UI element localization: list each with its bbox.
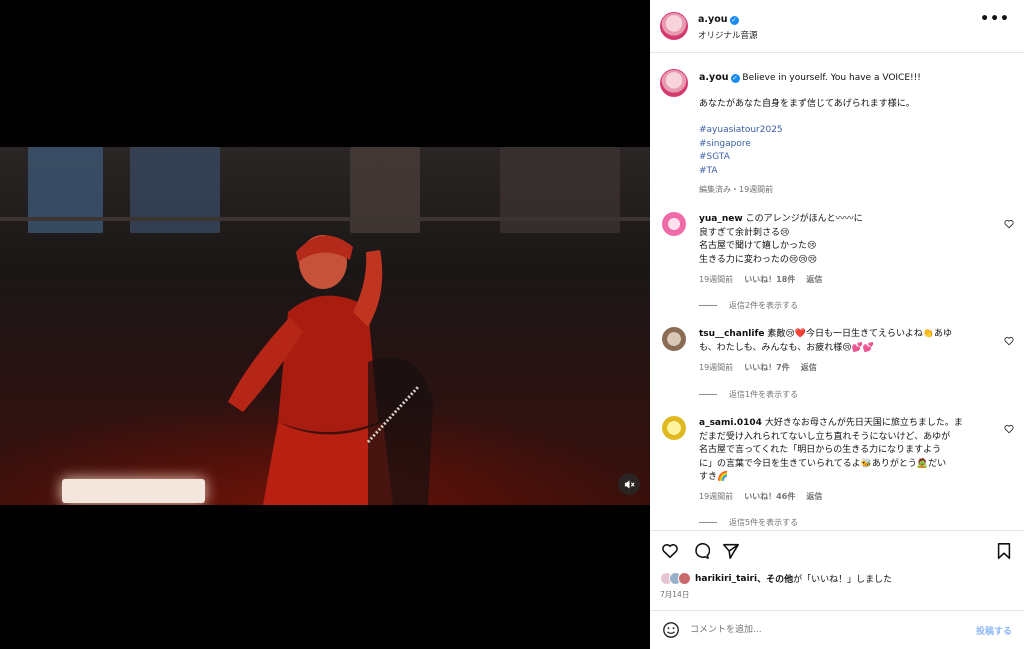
commenter-avatar[interactable]: [662, 212, 686, 236]
hashtag-link[interactable]: #singapore: [699, 138, 1014, 152]
comment-line: このアレンジがほんと〰〰に: [745, 214, 863, 224]
comment-line: も、わたしも、みんなも、お疲れ様😢💕💕: [699, 342, 874, 353]
caption-author[interactable]: a.you: [699, 72, 729, 83]
comment-line: 名古屋で言ってくれた「明日からの生きる力になりますよう: [699, 445, 942, 455]
comment-likes[interactable]: いいね！46件: [744, 491, 795, 502]
comment-line: 大好きなお母さんが先日天国に旅立ちました。ま: [764, 418, 963, 428]
comment-likes[interactable]: いいね！18件: [744, 274, 795, 285]
comment-meta: 19週間前 いいね！46件 返信: [699, 491, 822, 502]
comment-line: 生きる力に変わったの😢😢😢: [699, 254, 817, 265]
comment-line: 素敵😢❤️今日も一日生きてえらいよね👏あゆ: [767, 329, 952, 339]
caption-body: あなたがあなた自身をまず信じてあげられます様に。: [699, 99, 915, 109]
caption-meta: 編集済み・19週間前: [699, 185, 774, 194]
verified-icon: ✓: [730, 74, 740, 83]
liked-by-username[interactable]: harikiri_tairi: [695, 574, 757, 584]
share-send-icon[interactable]: [722, 542, 740, 560]
hashtag-link[interactable]: #ayuasiatour2025: [699, 124, 1014, 138]
post-actions: harikiri_tairi 、その他 が「いいね！」しました 7月14日: [650, 530, 1024, 610]
post-header: a.you ✓ オリジナル音源 •••: [650, 0, 1024, 53]
liker-avatar: [678, 572, 691, 585]
liked-by-others[interactable]: 、その他: [757, 572, 793, 585]
commenter-avatar[interactable]: [662, 416, 686, 440]
stage-rail: [0, 217, 650, 221]
comment-time[interactable]: 19週間前: [699, 274, 733, 285]
comment-time[interactable]: 19週間前: [699, 491, 733, 502]
verified-icon: ✓: [729, 16, 739, 25]
comment-line: だまだ受け入れられてないし立ち直れそうにないけど、あゆが: [699, 431, 951, 442]
comment-time[interactable]: 19週間前: [699, 362, 733, 373]
comment-input[interactable]: [690, 622, 960, 638]
comment-meta: 19週間前 いいね！18件 返信: [699, 274, 822, 285]
replies-divider: [699, 305, 717, 306]
comment-line: すき🌈: [699, 472, 729, 482]
comment-text: a_sami.0104 大好きなお母さんが先日天国に旅立ちました。ま だまだ受け…: [699, 417, 999, 485]
stage-light: [62, 479, 205, 503]
comment-composer: 投稿する: [650, 610, 1024, 649]
comment-bubble-icon[interactable]: [692, 542, 710, 560]
view-replies-label: 返信2件を表示する: [729, 301, 799, 310]
commenter-username[interactable]: a_sami.0104: [699, 418, 762, 428]
replies-divider: [699, 394, 717, 395]
replies-divider: [699, 522, 717, 523]
author-username[interactable]: a.you: [698, 14, 728, 25]
reply-button[interactable]: 返信: [806, 491, 822, 502]
emoji-icon[interactable]: [662, 621, 680, 639]
comment-like-heart-icon[interactable]: [1004, 219, 1014, 229]
comments-scroll[interactable]: a.you ✓ Believe in yourself. You have a V…: [650, 54, 1024, 530]
liker-avatars[interactable]: [660, 572, 691, 585]
comment-like-heart-icon[interactable]: [1004, 336, 1014, 346]
author-avatar[interactable]: [660, 12, 688, 40]
like-heart-icon[interactable]: [661, 542, 679, 560]
reply-button[interactable]: 返信: [801, 362, 817, 373]
post-comment-button[interactable]: 投稿する: [976, 624, 1012, 637]
comment-text: tsu__chanlife 素敵😢❤️今日も一日生きてえらいよね👏あゆ も、わた…: [699, 328, 999, 355]
hashtag-link[interactable]: #TA: [699, 165, 1014, 179]
mute-button[interactable]: [618, 473, 640, 495]
view-replies-label: 返信1件を表示する: [729, 390, 799, 399]
comment-text: yua_new このアレンジがほんと〰〰に 良すぎて余計刺さる😢 名古屋で聞けて…: [699, 213, 999, 267]
bookmark-icon[interactable]: [995, 542, 1013, 560]
liked-by-suffix: が「いいね！」しました: [793, 575, 893, 585]
audio-label[interactable]: オリジナル音源: [698, 29, 758, 41]
view-replies-button[interactable]: 返信1件を表示する: [699, 389, 798, 400]
view-replies-label: 返信5件を表示する: [729, 518, 799, 527]
performer-figure: [228, 235, 433, 505]
post-panel: a.you ✓ オリジナル音源 ••• a.you ✓ Believe in you…: [650, 0, 1024, 649]
comment-meta: 19週間前 いいね！7件 返信: [699, 362, 817, 373]
caption-headline-row: a.you ✓ Believe in yourself. You have a V…: [699, 71, 1014, 85]
comment-line: 良すぎて余計刺さる😢: [699, 227, 790, 238]
comment-line: に」の言葉で今日を生きていられてるよ🐝ありがとう🧟だい: [699, 458, 947, 469]
comment-line: 名古屋で聞けて嬉しかった😢: [699, 241, 817, 251]
reply-button[interactable]: 返信: [806, 274, 822, 285]
hashtag-list: #ayuasiatour2025 #singapore #SGTA #TA: [699, 124, 1014, 178]
hashtag-link[interactable]: #SGTA: [699, 151, 1014, 165]
post-date[interactable]: 7月14日: [660, 589, 689, 600]
caption-headline: Believe in yourself. You have a VOICE!!!: [742, 73, 921, 83]
commenter-username[interactable]: tsu__chanlife: [699, 329, 764, 339]
comment-like-heart-icon[interactable]: [1004, 424, 1014, 434]
view-replies-button[interactable]: 返信2件を表示する: [699, 300, 798, 311]
video-player[interactable]: [0, 147, 650, 505]
media-viewer: [0, 0, 650, 649]
liked-by-row: harikiri_tairi 、その他 が「いいね！」しました: [660, 572, 892, 585]
commenter-username[interactable]: yua_new: [699, 214, 743, 224]
caption-author-avatar[interactable]: [660, 69, 688, 97]
speaker-muted-icon: [624, 479, 635, 489]
comment-likes[interactable]: いいね！7件: [744, 362, 790, 373]
view-replies-button[interactable]: 返信5件を表示する: [699, 517, 798, 528]
more-options-icon[interactable]: •••: [980, 12, 1010, 26]
commenter-avatar[interactable]: [662, 327, 686, 351]
